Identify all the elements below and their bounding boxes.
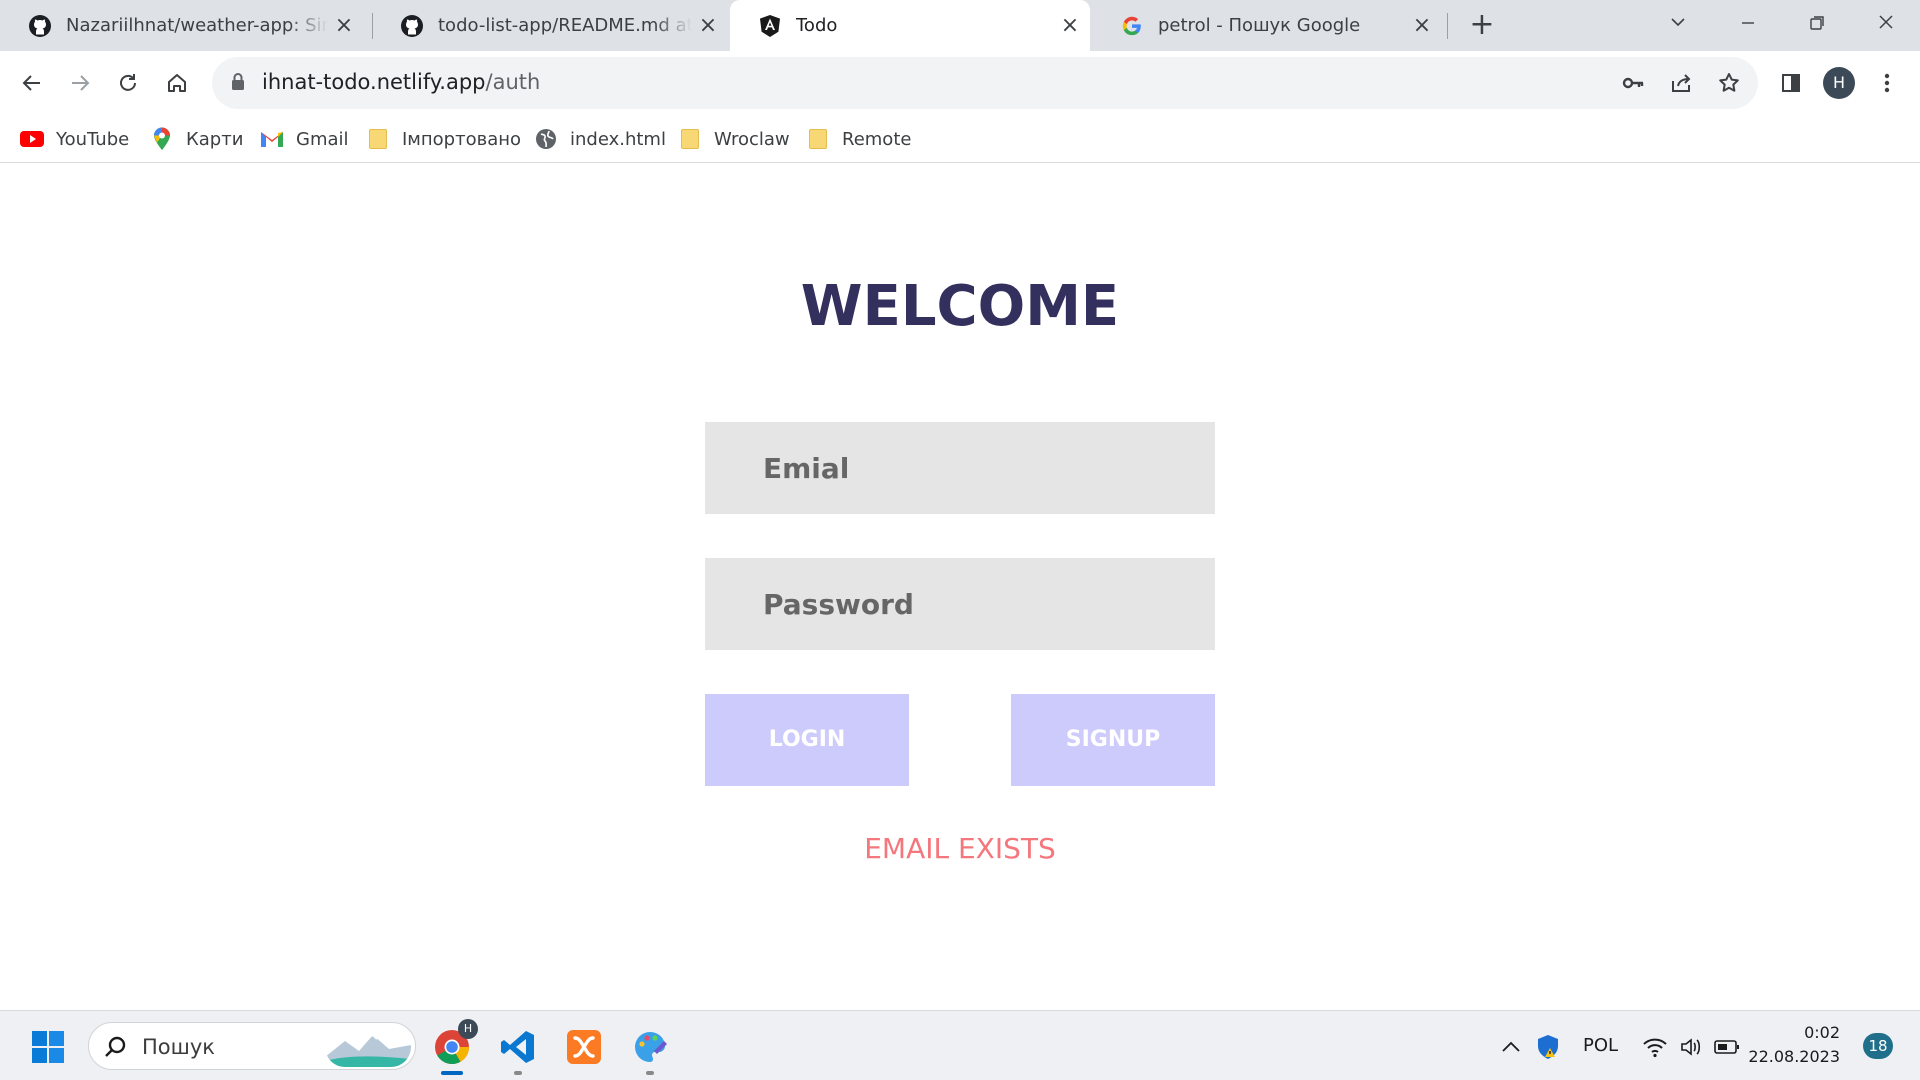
reload-icon[interactable]	[108, 63, 148, 103]
close-tab-icon[interactable]: ×	[1060, 14, 1080, 36]
google-icon	[1120, 14, 1144, 38]
bookmark-folder-imported[interactable]: Імпортовано	[366, 124, 521, 154]
folder-icon	[806, 127, 830, 151]
angular-icon	[758, 14, 782, 38]
wifi-icon[interactable]	[1641, 1033, 1669, 1061]
bookmark-index-html[interactable]: index.html	[534, 124, 666, 154]
close-window-icon[interactable]	[1866, 6, 1906, 42]
vscode-taskbar-icon[interactable]	[494, 1023, 542, 1071]
bookmark-youtube[interactable]: YouTube	[20, 124, 129, 154]
browser-toolbar: ihnat-todo.netlify.app/auth H	[0, 51, 1920, 115]
search-placeholder: Пошук	[142, 1035, 215, 1059]
url-text: ihnat-todo.netlify.app/auth	[262, 70, 540, 94]
profile-avatar[interactable]: H	[1823, 67, 1855, 99]
url-path: /auth	[485, 70, 541, 94]
maps-icon	[150, 127, 174, 151]
error-message: EMAIL EXISTS	[864, 832, 1056, 865]
running-indicator	[646, 1071, 654, 1075]
tab-title: Todo	[796, 15, 838, 36]
input-language[interactable]: POL	[1583, 1035, 1618, 1056]
bookmark-maps[interactable]: Карти	[150, 124, 243, 154]
youtube-icon	[20, 127, 44, 151]
home-icon[interactable]	[157, 63, 197, 103]
volume-icon[interactable]	[1677, 1033, 1705, 1061]
key-icon[interactable]	[1618, 68, 1648, 98]
bookmark-label: Remote	[842, 128, 912, 150]
share-icon[interactable]	[1666, 68, 1696, 98]
tab-google-search[interactable]: petrol - Пошук Google ×	[1092, 0, 1442, 51]
chevron-up-icon[interactable]	[1497, 1033, 1525, 1061]
profile-badge: H	[458, 1019, 478, 1039]
tab-todo[interactable]: Todo ×	[730, 0, 1090, 51]
tab-search-chevron-icon[interactable]	[1658, 6, 1698, 42]
bookmark-star-icon[interactable]	[1714, 68, 1744, 98]
tab-separator	[1447, 13, 1448, 39]
gmail-icon	[260, 127, 284, 151]
close-tab-icon[interactable]: ×	[334, 14, 354, 36]
bookmark-label: index.html	[570, 128, 666, 150]
bookmark-label: YouTube	[56, 128, 130, 150]
bookmark-label: Gmail	[296, 128, 349, 150]
bookmark-gmail[interactable]: Gmail	[260, 124, 349, 154]
bookmark-folder-wroclaw[interactable]: Wroclaw	[678, 124, 790, 154]
auth-page: WELCOME LOGIN SIGNUP EMAIL EXISTS	[0, 164, 1920, 1010]
windows-taskbar: Пошук H POL 0:02 22.08.2023 18	[0, 1010, 1920, 1080]
defender-shield-icon[interactable]	[1534, 1033, 1562, 1061]
taskbar-search[interactable]: Пошук	[88, 1022, 416, 1070]
running-indicator	[441, 1071, 463, 1075]
bookmark-folder-remote[interactable]: Remote	[806, 124, 911, 154]
signup-button[interactable]: SIGNUP	[1011, 694, 1215, 786]
desktop-screen: Nazariilhnat/weather-app: Simple × todo-…	[0, 0, 1920, 1080]
page-title: WELCOME	[800, 274, 1120, 339]
search-highlight-illustration	[325, 1027, 411, 1067]
tab-title: todo-list-app/README.md at main	[438, 15, 692, 36]
new-tab-button[interactable]: +	[1466, 9, 1498, 41]
bookmarks-bar: YouTube Карти Gmail Імпортовано index.ht…	[0, 115, 1920, 163]
side-panel-icon[interactable]	[1771, 63, 1811, 103]
battery-icon[interactable]	[1713, 1033, 1741, 1061]
login-button[interactable]: LOGIN	[705, 694, 909, 786]
folder-icon	[678, 127, 702, 151]
github-icon	[400, 14, 424, 38]
bookmark-label: Імпортовано	[402, 128, 522, 150]
xampp-taskbar-icon[interactable]	[560, 1023, 608, 1071]
more-menu-icon[interactable]	[1867, 63, 1907, 103]
github-icon	[28, 14, 52, 38]
email-field[interactable]	[705, 422, 1215, 514]
url-host: ihnat-todo.netlify.app	[262, 70, 486, 94]
back-arrow-icon[interactable]	[12, 63, 52, 103]
bookmark-label: Карти	[186, 128, 244, 150]
address-bar[interactable]: ihnat-todo.netlify.app/auth	[212, 57, 1758, 109]
paint-taskbar-icon[interactable]	[626, 1023, 674, 1071]
start-windows-icon[interactable]	[24, 1023, 72, 1071]
folder-icon	[366, 127, 390, 151]
globe-icon	[534, 127, 558, 151]
tab-title: Nazariilhnat/weather-app: Simple	[66, 15, 328, 36]
restore-window-icon[interactable]	[1797, 6, 1837, 42]
bookmark-label: Wroclaw	[714, 128, 790, 150]
minimize-window-icon[interactable]	[1728, 6, 1768, 42]
running-indicator	[514, 1071, 522, 1075]
search-icon	[103, 1034, 129, 1064]
notification-count-badge[interactable]: 18	[1863, 1033, 1893, 1059]
chrome-taskbar-icon[interactable]: H	[428, 1019, 478, 1071]
tab-weather-app[interactable]: Nazariilhnat/weather-app: Simple ×	[0, 0, 364, 51]
close-tab-icon[interactable]: ×	[698, 14, 718, 36]
browser-tab-strip: Nazariilhnat/weather-app: Simple × todo-…	[0, 0, 1920, 51]
forward-arrow-icon[interactable]	[60, 63, 100, 103]
clock-date[interactable]: 22.08.2023	[1745, 1047, 1840, 1066]
lock-icon[interactable]	[230, 72, 246, 96]
close-tab-icon[interactable]: ×	[1412, 14, 1432, 36]
password-field[interactable]	[705, 558, 1215, 650]
clock-time[interactable]: 0:02	[1760, 1023, 1840, 1042]
tab-todo-readme[interactable]: todo-list-app/README.md at main ×	[372, 0, 728, 51]
tab-title: petrol - Пошук Google	[1158, 15, 1361, 36]
